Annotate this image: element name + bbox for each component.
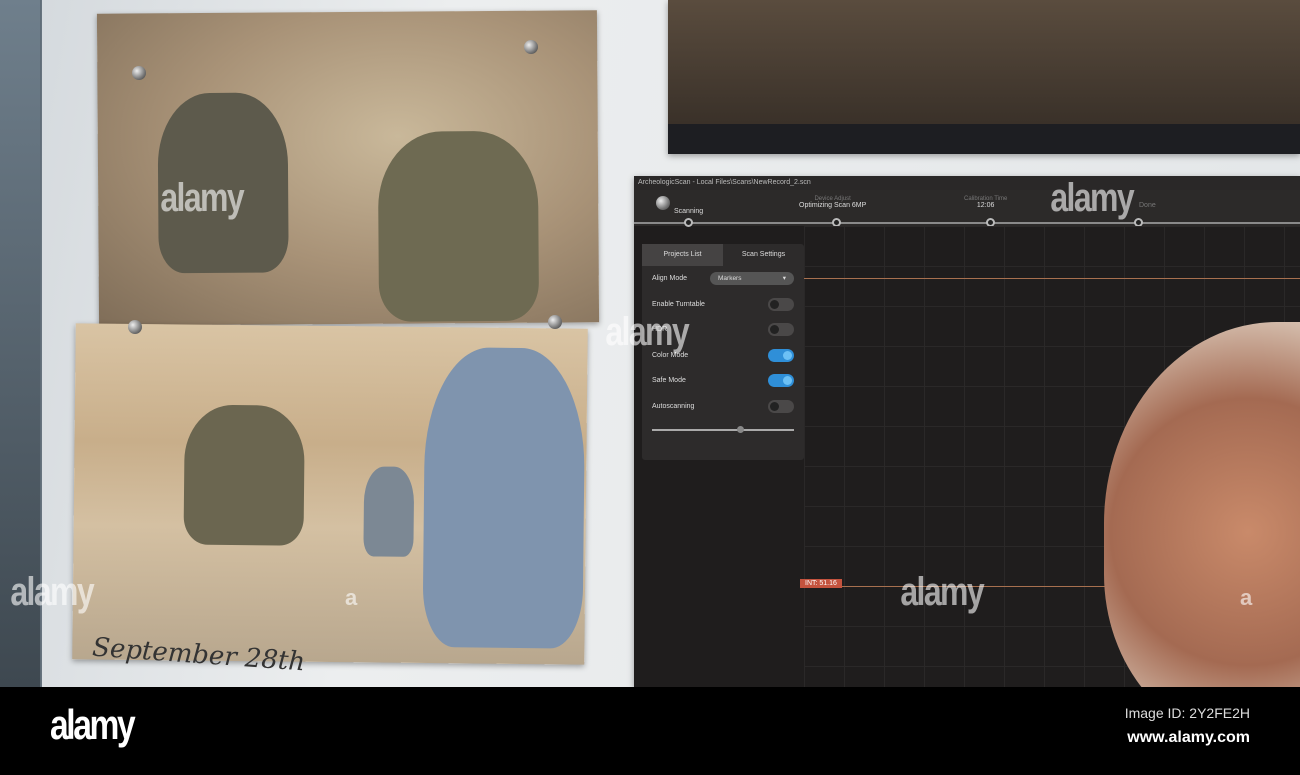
viewport-grid: [804, 226, 1300, 687]
timeline-line: [634, 222, 1300, 224]
timeline-label: Done: [1139, 202, 1156, 209]
toggle-label: Autoscanning: [652, 402, 695, 410]
int-readout: INT: 51.16: [800, 579, 842, 588]
screen-print-top: [668, 0, 1300, 154]
toggle-label: Safe Mode: [652, 377, 686, 385]
enable-turntable-toggle[interactable]: [768, 297, 794, 311]
timeline-label: Optimizing Scan 6MP: [799, 202, 867, 209]
watermark: a: [345, 585, 358, 610]
excavation-photo-top: [96, 10, 600, 326]
hdr-toggle[interactable]: [768, 323, 794, 337]
timeline-label: Scanning: [674, 208, 704, 215]
guide-line: [804, 278, 1300, 279]
video-controls-bar: [668, 124, 1300, 154]
watermark: alamy: [605, 310, 689, 354]
safe-mode-toggle[interactable]: [768, 374, 794, 388]
watermark: alamy: [160, 176, 244, 220]
watermark: alamy: [1050, 176, 1134, 220]
photo-scene: ArcheologicScan - Local Files\Scans\NewR…: [0, 0, 1300, 687]
person-figure: [377, 130, 540, 322]
magnet: [548, 315, 562, 329]
stock-footer: alamy Image ID: 2Y2FE2H www.alamy.com: [0, 687, 1300, 775]
align-mode-label: Align Mode: [652, 275, 688, 283]
magnet: [656, 196, 670, 210]
tab-projects-list[interactable]: Projects List: [642, 244, 723, 266]
anatomical-head-model: [1104, 322, 1300, 687]
watermark: alamy: [900, 570, 984, 614]
person-figure: [422, 346, 586, 649]
alamy-logo: alamy: [50, 701, 136, 748]
window-title: ArcheologicScan - Local Files\Scans\NewR…: [634, 176, 1300, 190]
settings-slider[interactable]: [652, 426, 794, 433]
autoscanning-toggle[interactable]: [768, 399, 794, 413]
person-figure: [183, 404, 305, 546]
site-url: www.alamy.com: [1127, 729, 1250, 746]
chevron-down-icon: ▾: [782, 275, 786, 283]
magnet: [132, 66, 146, 80]
align-mode-select[interactable]: Markers ▾: [710, 272, 794, 286]
magnet: [128, 320, 142, 334]
timeline-label: 12:06: [976, 202, 995, 209]
watermark: alamy: [10, 570, 94, 614]
align-mode-value: Markers: [718, 275, 742, 283]
excavation-photo-bottom: [72, 323, 588, 665]
progress-timeline: Scanning Device Adjust Optimizing Scan 6M…: [634, 190, 1300, 227]
image-id: Image ID: 2Y2FE2H: [1124, 705, 1250, 721]
person-figure: [363, 466, 415, 557]
tab-scan-settings[interactable]: Scan Settings: [723, 244, 804, 266]
magnet: [524, 40, 538, 54]
toggle-label: Enable Turntable: [652, 300, 705, 308]
color-mode-toggle[interactable]: [768, 348, 794, 362]
timeline-node: [684, 218, 693, 227]
watermark: a: [1240, 585, 1253, 610]
slider-thumb[interactable]: [737, 426, 745, 433]
